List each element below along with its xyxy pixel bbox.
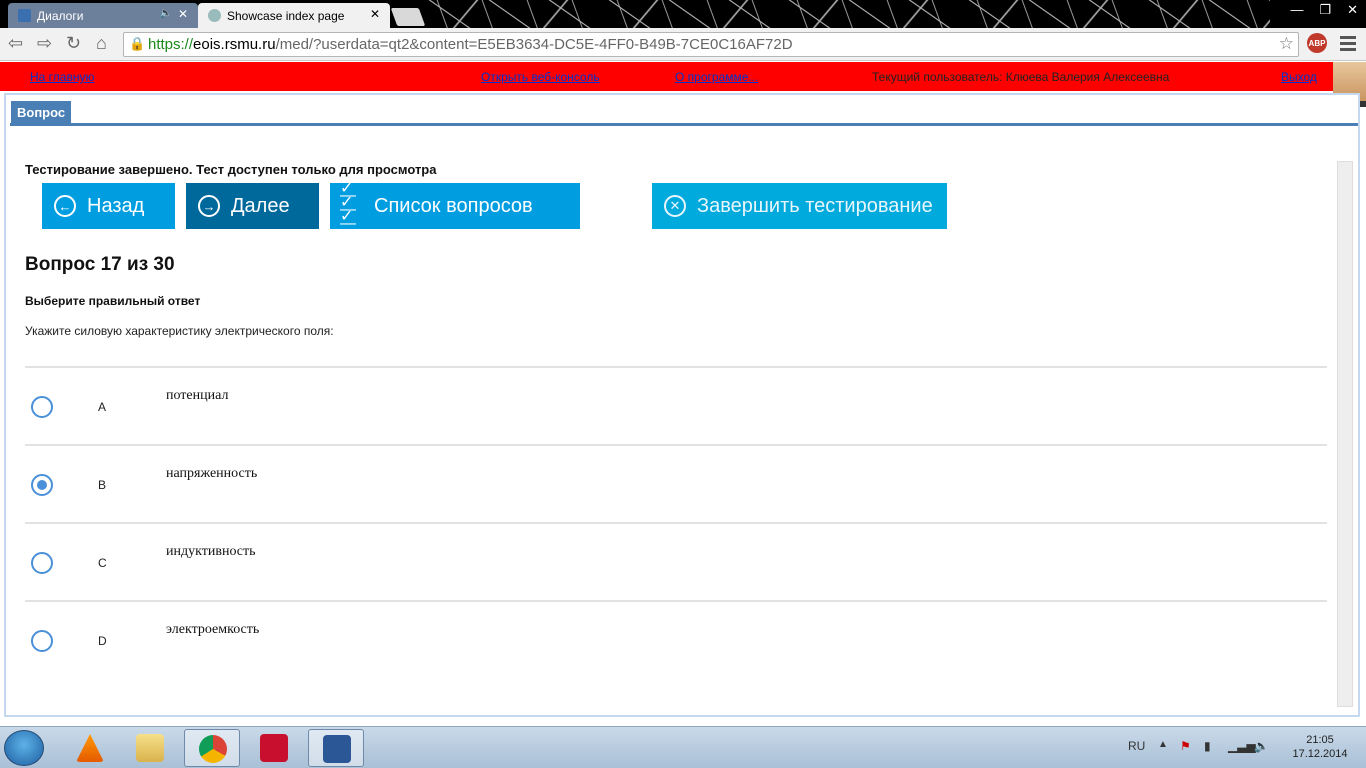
scrollbar[interactable] [1337, 161, 1353, 707]
current-user: Текущий пользователь: Клюева Валерия Але… [872, 70, 1170, 84]
network-icon[interactable]: ▁▃▅ [1228, 739, 1256, 753]
close-icon[interactable]: ✕ [370, 7, 380, 21]
tab-divider [10, 123, 1358, 126]
play-icon [18, 9, 31, 22]
tray-expand-icon[interactable]: ▲ [1158, 739, 1168, 750]
question-panel: Вопрос Тестирование завершено. Тест дост… [4, 93, 1360, 717]
folder-icon [136, 734, 164, 762]
close-window-icon[interactable]: ✕ [1347, 2, 1358, 18]
checklist-icon: ✓— ✓— ✓— [340, 180, 356, 232]
window-controls: — ❐ ✕ [1290, 2, 1358, 18]
logout-link[interactable]: Выход [1281, 70, 1317, 84]
option-text: электроемкость [166, 622, 260, 637]
next-button[interactable]: → Далее [186, 183, 319, 229]
volume-icon[interactable]: 🔈 [1254, 739, 1269, 753]
option-letter: C [98, 556, 107, 570]
answer-option-d[interactable]: D электроемкость [25, 600, 1327, 678]
power-icon[interactable]: ▮ [1204, 739, 1211, 753]
chrome-icon [199, 735, 227, 763]
arrow-right-icon: → [198, 195, 220, 217]
tab-dialogs[interactable]: Диалоги 🔈 ✕ [8, 3, 198, 28]
word-icon [323, 735, 351, 763]
url-scheme: https:// [148, 36, 194, 53]
speaker-icon: 🔈 [159, 8, 172, 19]
about-link[interactable]: О программе... [675, 70, 758, 84]
question-instruction: Выберите правильный ответ [25, 294, 201, 308]
home-link[interactable]: На главную [30, 70, 94, 84]
taskbar-chrome[interactable] [184, 729, 240, 767]
menu-icon[interactable] [1340, 36, 1356, 54]
browser-toolbar: ⇦ ⇨ ↻ ⌂ 🔒 https://eois.rsmu.ru/med/?user… [0, 28, 1366, 61]
close-icon[interactable]: ✕ [178, 7, 188, 21]
site-topbar: На главную Открыть веб-консоль О програм… [0, 62, 1366, 107]
tab-showcase[interactable]: Showcase index page ✕ [198, 3, 390, 28]
reload-icon[interactable]: ↻ [66, 33, 81, 54]
option-letter: A [98, 400, 107, 414]
url-domain: eois.rsmu.ru [193, 36, 276, 53]
system-clock[interactable]: 21:05 17.12.2014 [1285, 733, 1355, 761]
radio-button[interactable] [31, 552, 53, 574]
option-text: потенциал [166, 388, 229, 403]
page-icon [208, 9, 221, 22]
finish-label: Завершить тестирование [697, 194, 933, 217]
option-text: напряженность [166, 466, 258, 481]
option-letter: B [98, 478, 107, 492]
test-status-notice: Тестирование завершено. Тест доступен то… [25, 162, 437, 177]
arrow-left-icon: ← [54, 195, 76, 217]
start-button[interactable] [4, 730, 44, 766]
clock-date: 17.12.2014 [1292, 748, 1348, 760]
taskbar-word[interactable] [308, 729, 364, 767]
finish-test-button[interactable]: ✕ Завершить тестирование [652, 183, 947, 229]
answer-option-c[interactable]: C индуктивность [25, 522, 1327, 600]
taskbar-vlc[interactable] [62, 729, 118, 767]
taskbar-acrobat[interactable] [246, 729, 302, 767]
clock-time: 21:05 [1306, 734, 1334, 746]
question-list-label: Список вопросов [374, 194, 533, 217]
minimize-icon[interactable]: — [1290, 2, 1303, 18]
close-circle-icon: ✕ [664, 195, 686, 217]
option-letter: D [98, 634, 107, 648]
question-number: Вопрос 17 из 30 [25, 254, 175, 275]
tab-label: Диалоги [37, 8, 84, 23]
home-icon[interactable]: ⌂ [96, 33, 107, 54]
question-list-button[interactable]: ✓— ✓— ✓— Список вопросов [330, 180, 580, 232]
lock-icon: 🔒 [129, 36, 146, 51]
answer-option-b[interactable]: B напряженность [25, 444, 1327, 522]
address-bar[interactable]: 🔒 https://eois.rsmu.ru/med/?userdata=qt2… [123, 32, 1299, 57]
bookmark-star-icon[interactable]: ☆ [1279, 34, 1294, 54]
back-label: Назад [87, 194, 145, 217]
back-button[interactable]: ← Назад [42, 183, 175, 229]
tab-question[interactable]: Вопрос [11, 101, 72, 124]
tab-label: Showcase index page [227, 8, 345, 23]
browser-titlebar: Диалоги 🔈 ✕ Showcase index page ✕ — ❐ ✕ [0, 0, 1366, 28]
pdf-icon [260, 734, 288, 762]
adblock-extension-icon[interactable]: ABP [1307, 33, 1327, 53]
web-console-link[interactable]: Открыть веб-консоль [481, 70, 600, 84]
forward-arrow-icon[interactable]: ⇨ [37, 33, 52, 54]
taskbar-explorer[interactable] [122, 729, 178, 767]
answer-option-a[interactable]: A потенциал [25, 366, 1327, 444]
next-label: Далее [231, 194, 290, 217]
option-text: индуктивность [166, 544, 256, 559]
titlebar-background [420, 0, 1270, 28]
windows-taskbar: RU ▲ ⚑ ▮ ▁▃▅ 🔈 21:05 17.12.2014 [0, 726, 1366, 768]
question-text: Укажите силовую характеристику электриче… [25, 324, 334, 338]
back-arrow-icon[interactable]: ⇦ [8, 33, 23, 54]
vlc-icon [76, 734, 104, 762]
language-indicator[interactable]: RU [1128, 739, 1145, 753]
url-path: /med/?userdata=qt2&content=E5EB3634-DC5E… [275, 36, 793, 53]
radio-button-selected[interactable] [31, 474, 53, 496]
radio-button[interactable] [31, 396, 53, 418]
radio-button[interactable] [31, 630, 53, 652]
maximize-icon[interactable]: ❐ [1319, 2, 1331, 18]
action-center-icon[interactable]: ⚑ [1180, 739, 1191, 753]
